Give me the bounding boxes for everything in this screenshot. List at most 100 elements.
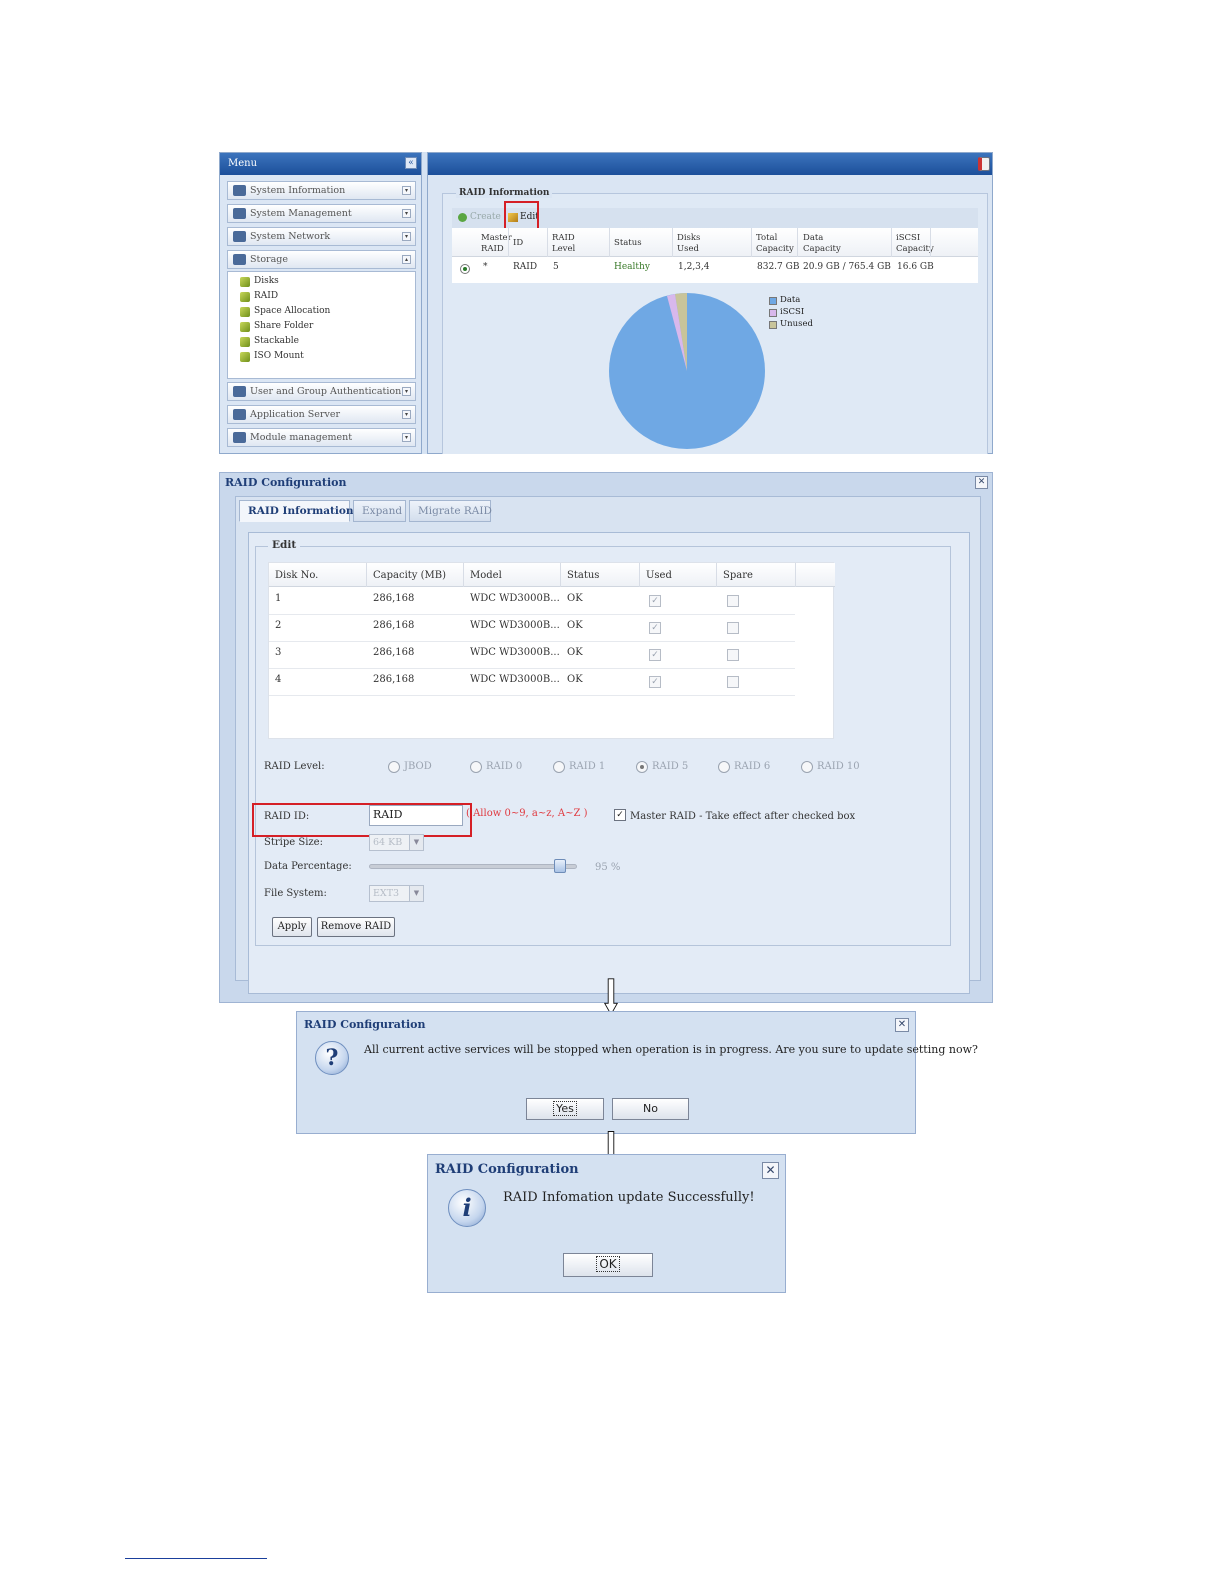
window-control-icon[interactable] xyxy=(978,157,990,171)
users-icon xyxy=(233,386,246,397)
raid-row-radio[interactable] xyxy=(460,264,470,274)
menu-header: Menu « xyxy=(220,153,421,175)
submenu-stackable[interactable]: Stackable xyxy=(240,336,299,350)
tab-content: Edit Disk No. Capacity (MB) Model Status… xyxy=(248,532,970,994)
cell-model: WDC WD3000B... xyxy=(470,647,560,658)
cell-model: WDC WD3000B... xyxy=(470,593,560,604)
chevron-down-icon[interactable]: ▾ xyxy=(402,387,411,396)
menu-application-server[interactable]: Application Server ▾ xyxy=(227,405,416,424)
collapse-icon[interactable]: « xyxy=(405,157,417,169)
spare-checkbox[interactable] xyxy=(727,622,739,634)
cell-disk-no: 1 xyxy=(275,593,282,604)
submenu-share-folder[interactable]: Share Folder xyxy=(240,321,313,335)
menu-module-management[interactable]: Module management ▾ xyxy=(227,428,416,447)
cell-status: OK xyxy=(567,674,583,685)
cell-status: OK xyxy=(567,620,583,631)
master-raid-label: Master RAID - Take effect after checked … xyxy=(630,811,856,822)
col-total-capacity: Total Capacity xyxy=(756,233,794,254)
spare-checkbox[interactable] xyxy=(727,676,739,688)
radio-raid5[interactable] xyxy=(636,761,648,773)
file-system-value: EXT3 xyxy=(373,888,400,899)
radio-raid1-label: RAID 1 xyxy=(569,761,606,772)
spare-checkbox[interactable] xyxy=(727,649,739,661)
raid-table: Master RAID ID RAID Level Status Disks U… xyxy=(452,228,978,283)
radio-jbod-label: JBOD xyxy=(404,761,432,772)
radio-raid6[interactable] xyxy=(718,761,730,773)
used-checkbox[interactable]: ✓ xyxy=(649,622,661,634)
used-checkbox[interactable]: ✓ xyxy=(649,676,661,688)
data-percentage-label: Data Percentage: xyxy=(264,861,352,872)
used-checkbox[interactable]: ✓ xyxy=(649,595,661,607)
raid-id-hint: ( Allow 0~9, a~z, A~Z ) xyxy=(466,808,588,819)
menu-user-group-auth[interactable]: User and Group Authentication ▾ xyxy=(227,382,416,401)
cell-data: 20.9 GB / 765.4 GB xyxy=(803,262,891,272)
submenu-space-allocation[interactable]: Space Allocation xyxy=(240,306,330,320)
tab-migrate-raid[interactable]: Migrate RAID xyxy=(409,500,492,522)
disk-table-header: Disk No. Capacity (MB) Model Status Used… xyxy=(269,563,835,587)
menu-title: Menu xyxy=(228,158,258,169)
submenu-disks[interactable]: Disks xyxy=(240,276,279,290)
submenu-label: Share Folder xyxy=(254,321,314,331)
data-percentage-slider[interactable] xyxy=(369,864,577,869)
chevron-down-icon[interactable]: ▾ xyxy=(402,232,411,241)
disk-table: Disk No. Capacity (MB) Model Status Used… xyxy=(268,562,835,739)
no-button[interactable]: No xyxy=(612,1098,689,1120)
cell-id: RAID xyxy=(513,262,538,272)
col-separator xyxy=(795,563,796,587)
chevron-up-icon[interactable]: ▴ xyxy=(402,255,411,264)
col-iscsi-capacity: iSCSI Capacity xyxy=(896,233,934,254)
table-row: 1 286,168 WDC WD3000B... OK ✓ xyxy=(269,588,795,615)
file-system-select[interactable]: EXT3 ▼ xyxy=(369,885,424,902)
success-dialog: RAID Configuration ✕ i RAID Infomation u… xyxy=(427,1154,786,1293)
menu-label: Storage xyxy=(250,254,288,265)
file-system-label: File System: xyxy=(264,888,327,899)
cell-total: 832.7 GB xyxy=(757,262,800,272)
ok-button[interactable]: OK xyxy=(563,1253,653,1277)
tab-raid-information[interactable]: RAID Information xyxy=(239,500,354,522)
legend-data: Data xyxy=(769,295,800,307)
col-separator xyxy=(930,228,931,257)
remove-raid-button[interactable]: Remove RAID xyxy=(317,917,395,937)
menu-system-information[interactable]: System Information ▾ xyxy=(227,181,416,200)
apply-button[interactable]: Apply xyxy=(272,917,312,937)
menu-label: Application Server xyxy=(250,409,340,420)
legend-swatch xyxy=(769,309,777,317)
menu-storage[interactable]: Storage ▴ xyxy=(227,250,416,269)
submenu-iso-mount[interactable]: ISO Mount xyxy=(240,351,304,365)
chevron-down-icon[interactable]: ▾ xyxy=(402,209,411,218)
table-row: 3 286,168 WDC WD3000B... OK ✓ xyxy=(269,642,795,669)
create-button[interactable]: Create xyxy=(458,212,501,222)
chevron-down-icon[interactable]: ▾ xyxy=(402,186,411,195)
col-disks-used: Disks Used xyxy=(677,233,701,254)
radio-raid1[interactable] xyxy=(553,761,565,773)
menu-system-network[interactable]: System Network ▾ xyxy=(227,227,416,246)
raid-level-label: RAID Level: xyxy=(264,761,325,772)
cube-icon xyxy=(240,277,250,287)
chevron-down-icon[interactable]: ▾ xyxy=(402,410,411,419)
used-checkbox[interactable]: ✓ xyxy=(649,649,661,661)
menu-label: Module management xyxy=(250,432,353,443)
add-icon xyxy=(458,213,467,222)
close-icon[interactable]: ✕ xyxy=(975,476,988,489)
tab-expand[interactable]: Expand xyxy=(353,500,406,522)
radio-raid0[interactable] xyxy=(470,761,482,773)
radio-raid10[interactable] xyxy=(801,761,813,773)
network-icon xyxy=(233,231,246,242)
submenu-raid[interactable]: RAID xyxy=(240,291,278,305)
radio-jbod[interactable] xyxy=(388,761,400,773)
close-icon[interactable]: ✕ xyxy=(762,1162,779,1179)
stripe-size-label: Stripe Size: xyxy=(264,837,323,848)
chevron-down-icon[interactable]: ▾ xyxy=(402,433,411,442)
col-raid-level: RAID Level xyxy=(552,233,576,254)
menu-system-management[interactable]: System Management ▾ xyxy=(227,204,416,223)
master-raid-checkbox[interactable]: ✓ xyxy=(614,809,626,821)
cell-status: OK xyxy=(567,593,583,604)
spare-checkbox[interactable] xyxy=(727,595,739,607)
slider-thumb[interactable] xyxy=(554,859,566,873)
raid-information-title: RAID Information xyxy=(456,188,553,198)
cell-capacity: 286,168 xyxy=(373,620,415,631)
stripe-size-select[interactable]: 64 KB ▼ xyxy=(369,834,424,851)
yes-button[interactable]: Yes xyxy=(526,1098,604,1120)
close-icon[interactable]: ✕ xyxy=(895,1018,909,1032)
col-data-capacity: Data Capacity xyxy=(803,233,841,254)
